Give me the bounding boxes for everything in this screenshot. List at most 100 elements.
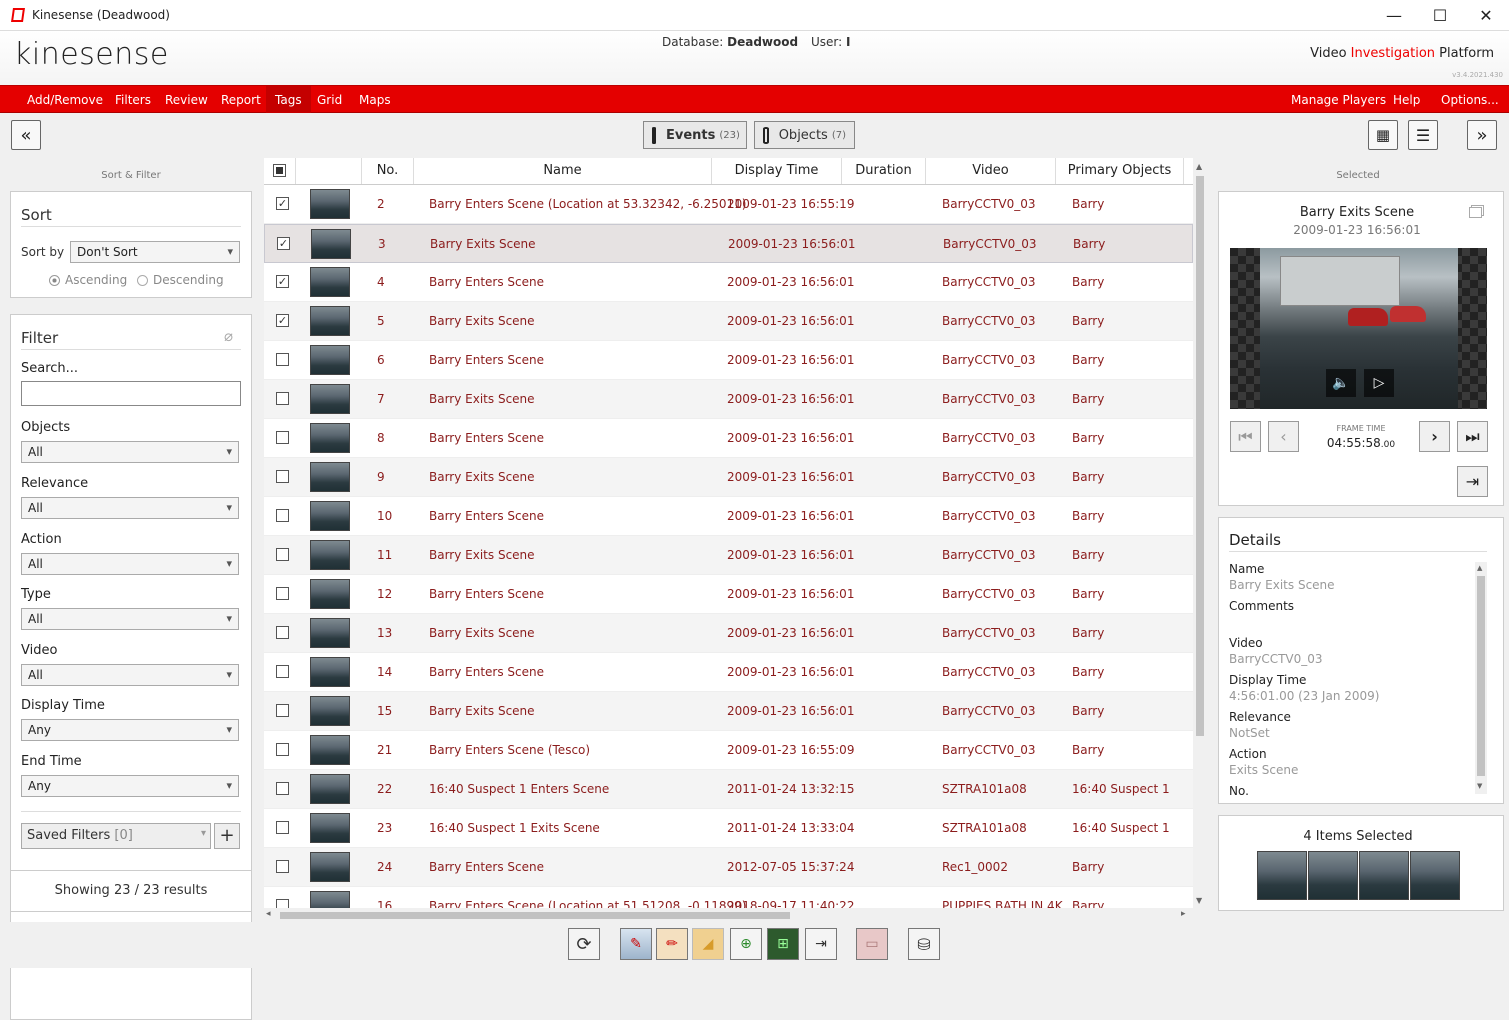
row-checkbox[interactable] (276, 431, 289, 444)
add-page-button[interactable]: ⊕ (730, 928, 762, 960)
event-thumbnail[interactable] (310, 384, 350, 414)
menu-tags[interactable]: Tags (266, 86, 311, 114)
end-time-filter-dropdown[interactable]: Any (21, 775, 239, 797)
scroll-right-icon[interactable]: ▸ (1181, 909, 1186, 919)
selected-thumbnail[interactable] (1308, 851, 1358, 900)
grid-view-button[interactable]: ▦ (1368, 120, 1398, 150)
table-row[interactable]: 12 Barry Enters Scene 2009-01-23 16:56:01 B… (264, 575, 1193, 614)
row-checkbox[interactable]: ✓ (276, 275, 289, 288)
objects-filter-dropdown[interactable]: All (21, 441, 239, 463)
event-thumbnail[interactable] (310, 657, 350, 687)
event-thumbnail[interactable] (310, 423, 350, 453)
event-thumbnail[interactable] (310, 501, 350, 531)
table-row[interactable]: 8 Barry Enters Scene 2009-01-23 16:56:01 Ba… (264, 419, 1193, 458)
event-thumbnail[interactable] (310, 267, 350, 297)
scroll-up-icon[interactable]: ▲ (1477, 564, 1482, 572)
relevance-filter-dropdown[interactable]: All (21, 497, 239, 519)
table-row[interactable]: 21 Barry Enters Scene (Tesco) 2009-01-23 1… (264, 731, 1193, 770)
minimize-button[interactable]: — (1371, 0, 1417, 31)
row-checkbox[interactable] (276, 743, 289, 756)
selected-thumbnail[interactable] (1410, 851, 1460, 900)
table-row[interactable]: 11 Barry Exits Scene 2009-01-23 16:56:01 Ba… (264, 536, 1193, 575)
menu-options[interactable]: Options... (1432, 86, 1508, 114)
row-checkbox[interactable] (276, 626, 289, 639)
column-header-primary-objects[interactable]: Primary Objects (1056, 158, 1184, 184)
menu-grid[interactable]: Grid (308, 86, 351, 114)
table-row[interactable]: ✓ 3 Barry Exits Scene 2009-01-23 16:56:01 Ba… (264, 224, 1193, 263)
edit-report-button[interactable]: ✎ (620, 928, 652, 960)
annotate-button[interactable]: ✏ (656, 928, 688, 960)
grid-vertical-scrollbar[interactable]: ▲ ▼ (1193, 158, 1207, 910)
add-saved-filter-button[interactable]: + (214, 823, 240, 849)
type-filter-dropdown[interactable]: All (21, 608, 239, 630)
event-thumbnail[interactable] (310, 774, 350, 804)
details-scroll-thumb[interactable] (1477, 576, 1485, 776)
ascending-radio[interactable]: Ascending (49, 273, 127, 287)
table-row[interactable]: ✓ 5 Barry Exits Scene 2009-01-23 16:56:01 Ba… (264, 302, 1193, 341)
sort-by-dropdown[interactable]: Don't Sort (70, 241, 240, 263)
event-thumbnail[interactable] (310, 189, 350, 219)
saved-filters-dropdown[interactable]: Saved Filters [0] ▾ (21, 823, 211, 849)
table-row[interactable]: 9 Barry Exits Scene 2009-01-23 16:56:01 Bar… (264, 458, 1193, 497)
refresh-button[interactable]: ⟳ (568, 928, 600, 960)
select-all-header[interactable] (264, 158, 296, 184)
event-thumbnail[interactable] (310, 696, 350, 726)
timeline-button[interactable]: ▭ (856, 928, 888, 960)
add-clip-button[interactable]: ⊞ (767, 928, 799, 960)
row-checkbox[interactable]: ✓ (276, 197, 289, 210)
popout-icon[interactable] (1469, 207, 1482, 218)
table-row[interactable]: 10 Barry Enters Scene 2009-01-23 16:56:01 B… (264, 497, 1193, 536)
video-filter-dropdown[interactable]: All (21, 664, 239, 686)
row-checkbox[interactable] (276, 470, 289, 483)
menu-report[interactable]: Report (212, 86, 270, 114)
column-header-name[interactable]: Name (414, 158, 712, 184)
event-thumbnail[interactable] (310, 579, 350, 609)
export-button[interactable]: ⇥ (1457, 466, 1488, 497)
event-thumbnail[interactable] (310, 735, 350, 765)
table-row[interactable]: 7 Barry Exits Scene 2009-01-23 16:56:01 Bar… (264, 380, 1193, 419)
maximize-button[interactable]: ☐ (1417, 0, 1463, 31)
event-thumbnail[interactable] (310, 306, 350, 336)
table-row[interactable]: ✓ 4 Barry Enters Scene 2009-01-23 16:56:01 B… (264, 263, 1193, 302)
menu-filters[interactable]: Filters (106, 86, 160, 114)
search-input[interactable] (21, 381, 241, 406)
prev-frame-button[interactable]: ‹ (1268, 421, 1299, 452)
event-thumbnail[interactable] (310, 618, 350, 648)
table-row[interactable]: 15 Barry Exits Scene 2009-01-23 16:56:01 Ba… (264, 692, 1193, 731)
event-thumbnail[interactable] (311, 229, 351, 259)
column-header-duration[interactable]: Duration (842, 158, 926, 184)
action-filter-dropdown[interactable]: All (21, 553, 239, 575)
row-checkbox[interactable] (276, 392, 289, 405)
table-row[interactable]: 22 16:40 Suspect 1 Enters Scene 2011-01-24… (264, 770, 1193, 809)
menu-review[interactable]: Review (156, 86, 217, 114)
collapse-right-button[interactable]: » (1467, 120, 1497, 150)
menu-help[interactable]: Help (1384, 86, 1429, 114)
event-thumbnail[interactable] (310, 540, 350, 570)
table-row[interactable]: 23 16:40 Suspect 1 Exits Scene 2011-01-24 … (264, 809, 1193, 848)
close-button[interactable]: ✕ (1463, 0, 1509, 31)
grid-horizontal-scrollbar[interactable]: ◂ ▸ (264, 908, 1193, 922)
menu-maps[interactable]: Maps (350, 86, 400, 114)
collapse-left-button[interactable]: « (11, 120, 41, 150)
table-row[interactable]: 6 Barry Enters Scene 2009-01-23 16:56:01 Ba… (264, 341, 1193, 380)
tab-objects[interactable]: Objects (7) (754, 121, 855, 149)
row-checkbox[interactable] (276, 821, 289, 834)
video-player[interactable]: 🔈 ▷ (1230, 248, 1487, 409)
row-checkbox[interactable] (276, 782, 289, 795)
details-scrollbar[interactable]: ▲ ▼ (1475, 562, 1487, 794)
vertical-scroll-thumb[interactable] (1196, 176, 1204, 736)
event-thumbnail[interactable] (310, 462, 350, 492)
table-row[interactable]: 13 Barry Exits Scene 2009-01-23 16:56:01 Ba… (264, 614, 1193, 653)
row-checkbox[interactable] (276, 587, 289, 600)
scroll-left-icon[interactable]: ◂ (266, 909, 271, 919)
last-frame-button[interactable]: ⏭ (1457, 421, 1488, 452)
menu-manage-players[interactable]: Manage Players (1282, 86, 1395, 114)
tab-events[interactable]: Events (23) (643, 121, 747, 149)
row-checkbox[interactable] (276, 665, 289, 678)
selected-thumbnail[interactable] (1359, 851, 1409, 900)
display-time-filter-dropdown[interactable]: Any (21, 719, 239, 741)
first-frame-button[interactable]: ⏮ (1230, 421, 1261, 452)
row-checkbox[interactable] (276, 548, 289, 561)
table-row[interactable]: ✓ 2 Barry Enters Scene (Location at 53.323… (264, 185, 1193, 224)
descending-radio[interactable]: Descending (137, 273, 224, 287)
